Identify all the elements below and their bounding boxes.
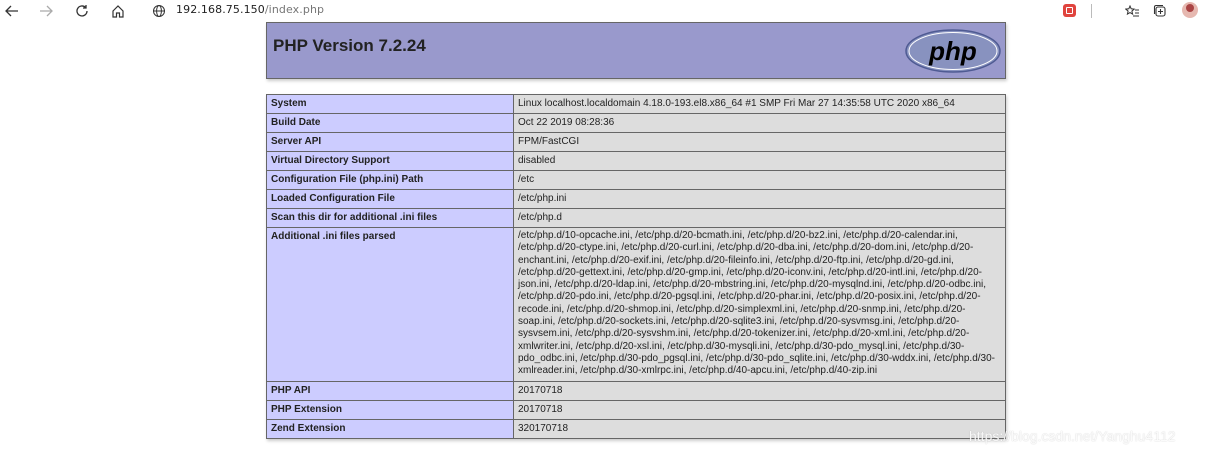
row-value: Linux localhost.localdomain 4.18.0-193.e… — [513, 94, 1006, 114]
row-label: Server API — [266, 132, 514, 152]
row-value: /etc/php.d — [513, 208, 1006, 228]
watermark: https://blog.csdn.net/Yanghu4112 — [969, 428, 1176, 444]
row-label: Build Date — [266, 113, 514, 133]
row-label: Loaded Configuration File — [266, 189, 514, 209]
table-row: Zend Extension 320170718 — [266, 418, 1006, 439]
globe-icon — [152, 3, 166, 22]
row-label: Scan this dir for additional .ini files — [266, 208, 514, 228]
address-bar[interactable]: 192.168.75.150/index.php — [176, 3, 324, 16]
row-label: Configuration File (php.ini) Path — [266, 170, 514, 190]
table-row: PHP API 20170718 — [266, 380, 1006, 401]
row-value: /etc — [513, 170, 1006, 190]
table-row: PHP Extension 20170718 — [266, 399, 1006, 420]
row-label: Virtual Directory Support — [266, 151, 514, 171]
page-title: PHP Version 7.2.24 — [273, 36, 426, 55]
row-value: /etc/php.d/10-opcache.ini, /etc/php.d/20… — [513, 227, 1006, 382]
row-label: Zend Extension — [266, 418, 514, 439]
table-row: Server API FPM/FastCGI — [266, 132, 1006, 152]
row-value: disabled — [513, 151, 1006, 171]
forward-arrow-icon[interactable] — [36, 0, 56, 22]
url-host: 192.168.75.150 — [176, 3, 265, 16]
php-version-header: PHP Version 7.2.24 php — [266, 22, 1006, 79]
row-value: /etc/php.ini — [513, 189, 1006, 209]
row-label: System — [266, 94, 514, 114]
row-label: Additional .ini files parsed — [266, 227, 514, 382]
home-icon[interactable] — [108, 0, 128, 22]
row-value: FPM/FastCGI — [513, 132, 1006, 152]
back-arrow-icon[interactable] — [2, 0, 22, 22]
toolbar-divider — [1091, 4, 1092, 18]
row-value: 320170718 — [513, 418, 1006, 439]
row-label: PHP Extension — [266, 399, 514, 420]
php-info-table: System Linux localhost.localdomain 4.18.… — [266, 94, 1006, 439]
row-label: PHP API — [266, 380, 514, 401]
browser-toolbar: 192.168.75.150/index.php — [0, 0, 1215, 22]
table-row: Additional .ini files parsed /etc/php.d/… — [266, 227, 1006, 382]
collections-icon[interactable] — [1150, 0, 1170, 22]
row-value: Oct 22 2019 08:28:36 — [513, 113, 1006, 133]
php-logo: php — [905, 29, 1001, 73]
row-value: 20170718 — [513, 380, 1006, 401]
reload-icon[interactable] — [72, 0, 92, 22]
table-row: System Linux localhost.localdomain 4.18.… — [266, 94, 1006, 114]
table-row: Loaded Configuration File /etc/php.ini — [266, 189, 1006, 209]
extension-icon[interactable] — [1063, 4, 1076, 17]
table-row: Scan this dir for additional .ini files … — [266, 208, 1006, 228]
table-row: Virtual Directory Support disabled — [266, 151, 1006, 171]
url-path: /index.php — [264, 3, 325, 16]
profile-avatar[interactable] — [1182, 2, 1198, 18]
favorites-icon[interactable] — [1122, 0, 1142, 22]
table-row: Build Date Oct 22 2019 08:28:36 — [266, 113, 1006, 133]
table-row: Configuration File (php.ini) Path /etc — [266, 170, 1006, 190]
php-logo-text: php — [928, 36, 977, 66]
row-value: 20170718 — [513, 399, 1006, 420]
